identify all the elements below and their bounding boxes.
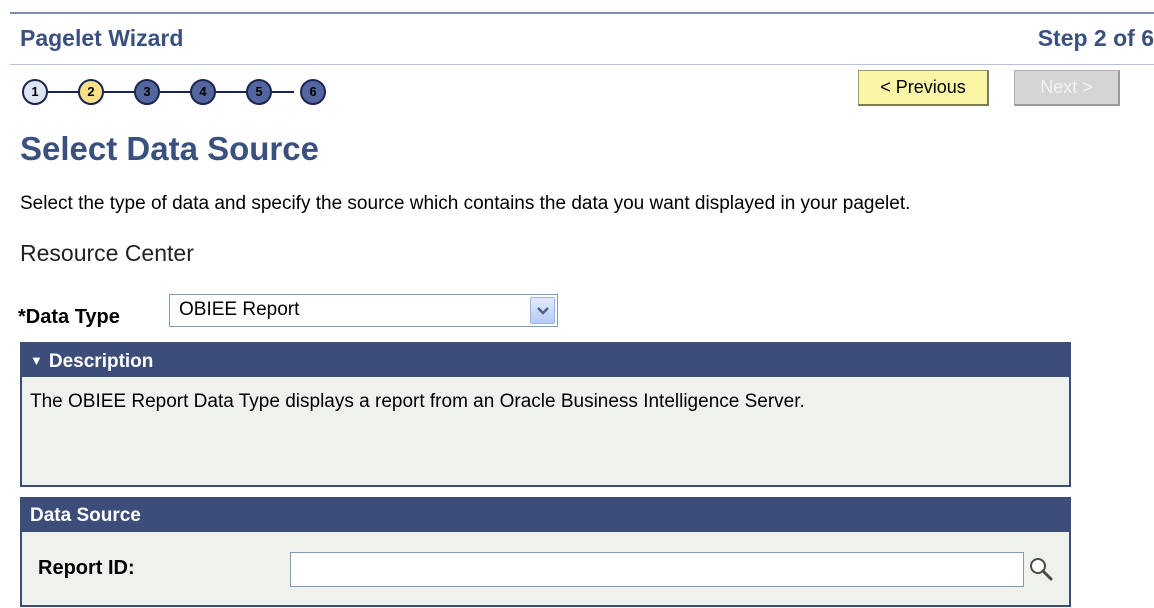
description-header[interactable]: ▼ Description (22, 344, 1069, 377)
previous-button[interactable]: < Previous (858, 70, 989, 106)
report-id-input[interactable] (290, 552, 1024, 587)
data-source-header: Data Source (22, 499, 1069, 532)
step-3[interactable]: 3 (134, 79, 160, 105)
step-4[interactable]: 4 (190, 79, 216, 105)
wizard-header-divider (10, 64, 1154, 65)
report-id-label: Report ID: (38, 557, 135, 579)
data-source-panel: Data Source Report ID: (20, 497, 1071, 607)
page-title: Select Data Source (20, 130, 319, 167)
data-type-label: *Data Type (18, 306, 120, 328)
triangle-down-icon[interactable]: ▼ (30, 353, 43, 368)
next-button: Next > (1014, 70, 1120, 106)
description-header-label: Description (48, 351, 154, 372)
wizard-step-indicator: Step 2 of 6 (1037, 25, 1154, 51)
step-5[interactable]: 5 (246, 79, 272, 105)
resource-center-link[interactable]: Resource Center (20, 240, 194, 267)
data-type-select[interactable]: OBIEE Report (169, 294, 558, 327)
page-instructions: Select the type of data and specify the … (20, 193, 911, 214)
step-6[interactable]: 6 (300, 79, 326, 105)
top-rule (10, 12, 1154, 14)
step-2[interactable]: 2 (78, 79, 104, 105)
description-panel: ▼ Description The OBIEE Report Data Type … (20, 342, 1071, 487)
chevron-down-icon[interactable] (530, 297, 555, 324)
data-type-value: OBIEE Report (179, 299, 300, 320)
description-text: The OBIEE Report Data Type displays a re… (30, 391, 805, 412)
magnifying-glass-icon[interactable] (1028, 556, 1054, 582)
wizard-title: Pagelet Wizard (20, 25, 184, 51)
step-1[interactable]: 1 (22, 79, 48, 105)
step-progress: 1 2 3 4 5 6 (22, 79, 342, 105)
